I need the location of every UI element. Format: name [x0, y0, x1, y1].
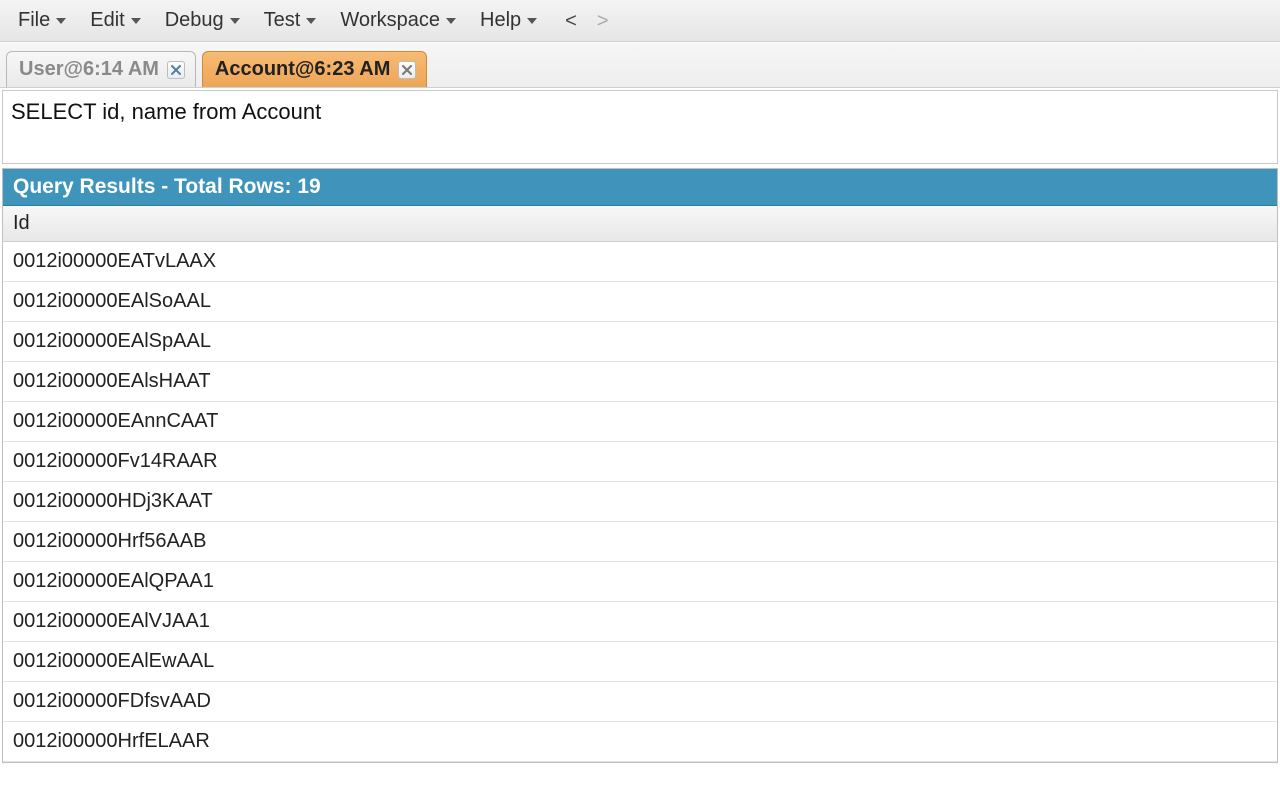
- tab-account-label: Account@6:23 AM: [215, 58, 390, 81]
- table-row[interactable]: 0012i00000EATvLAAX: [3, 242, 1277, 282]
- nav-forward-button[interactable]: >: [587, 7, 619, 35]
- menu-test[interactable]: Test: [252, 5, 329, 36]
- nav-back-button[interactable]: <: [555, 7, 587, 35]
- menu-file[interactable]: File: [6, 5, 78, 36]
- tab-user[interactable]: User@6:14 AM: [6, 51, 196, 87]
- menu-workspace[interactable]: Workspace: [328, 5, 468, 36]
- cell-id: 0012i00000EAlSoAAL: [13, 290, 211, 312]
- cell-id: 0012i00000HrfELAAR: [13, 730, 210, 752]
- tab-user-label: User@6:14 AM: [19, 58, 159, 81]
- chevron-down-icon: [230, 18, 240, 24]
- table-row[interactable]: 0012i00000HrfELAAR: [3, 722, 1277, 762]
- table-row[interactable]: 0012i00000EAlSoAAL: [3, 282, 1277, 322]
- chevron-left-icon: <: [565, 10, 577, 32]
- tab-account[interactable]: Account@6:23 AM: [202, 51, 427, 87]
- table-row[interactable]: 0012i00000EAlEwAAL: [3, 642, 1277, 682]
- tab-strip: User@6:14 AM Account@6:23 AM: [0, 42, 1280, 88]
- query-editor-wrap: SELECT id, name from Account: [2, 90, 1278, 164]
- chevron-right-icon: >: [597, 10, 609, 32]
- menu-file-label: File: [18, 9, 50, 32]
- chevron-down-icon: [306, 18, 316, 24]
- table-row[interactable]: 0012i00000EAlQPAA1: [3, 562, 1277, 602]
- cell-id: 0012i00000EAlVJAA1: [13, 610, 210, 632]
- results-header-prefix: Query Results - Total Rows:: [13, 175, 297, 198]
- menu-help-label: Help: [480, 9, 521, 32]
- query-editor[interactable]: SELECT id, name from Account: [3, 91, 1277, 163]
- close-icon[interactable]: [398, 61, 416, 79]
- tab-history-nav: < >: [555, 7, 618, 35]
- cell-id: 0012i00000Fv14RAAR: [13, 450, 218, 472]
- chevron-down-icon: [446, 18, 456, 24]
- close-icon[interactable]: [167, 61, 185, 79]
- table-row[interactable]: 0012i00000EAlSpAAL: [3, 322, 1277, 362]
- table-row[interactable]: 0012i00000HDj3KAAT: [3, 482, 1277, 522]
- table-row[interactable]: 0012i00000EAnnCAAT: [3, 402, 1277, 442]
- cell-id: 0012i00000EATvLAAX: [13, 250, 216, 272]
- cell-id: 0012i00000EAlEwAAL: [13, 650, 214, 672]
- chevron-down-icon: [56, 18, 66, 24]
- cell-id: 0012i00000HDj3KAAT: [13, 490, 213, 512]
- menu-edit-label: Edit: [90, 9, 124, 32]
- table-row[interactable]: 0012i00000EAlsHAAT: [3, 362, 1277, 402]
- results-column-id-label: Id: [13, 212, 30, 234]
- menu-edit[interactable]: Edit: [78, 5, 152, 36]
- cell-id: 0012i00000EAlSpAAL: [13, 330, 211, 352]
- table-row[interactable]: 0012i00000EAlVJAA1: [3, 602, 1277, 642]
- chevron-down-icon: [131, 18, 141, 24]
- table-row[interactable]: 0012i00000Hrf56AAB: [3, 522, 1277, 562]
- query-results-header: Query Results - Total Rows: 19: [3, 169, 1277, 206]
- menu-workspace-label: Workspace: [340, 9, 440, 32]
- cell-id: 0012i00000EAnnCAAT: [13, 410, 218, 432]
- menu-bar: File Edit Debug Test Workspace Help: [0, 0, 1280, 42]
- cell-id: 0012i00000EAlsHAAT: [13, 370, 211, 392]
- cell-id: 0012i00000EAlQPAA1: [13, 570, 214, 592]
- menu-test-label: Test: [264, 9, 301, 32]
- results-grid-body: 0012i00000EATvLAAX 0012i00000EAlSoAAL 00…: [3, 242, 1277, 762]
- menu-help[interactable]: Help: [468, 5, 549, 36]
- cell-id: 0012i00000FDfsvAAD: [13, 690, 211, 712]
- results-total-rows: 19: [297, 175, 320, 198]
- menu-debug[interactable]: Debug: [153, 5, 252, 36]
- menu-debug-label: Debug: [165, 9, 224, 32]
- table-row[interactable]: 0012i00000Fv14RAAR: [3, 442, 1277, 482]
- table-row[interactable]: 0012i00000FDfsvAAD: [3, 682, 1277, 722]
- chevron-down-icon: [527, 18, 537, 24]
- results-column-header[interactable]: Id: [3, 206, 1277, 242]
- cell-id: 0012i00000Hrf56AAB: [13, 530, 206, 552]
- query-results-panel: Query Results - Total Rows: 19 Id 0012i0…: [2, 168, 1278, 763]
